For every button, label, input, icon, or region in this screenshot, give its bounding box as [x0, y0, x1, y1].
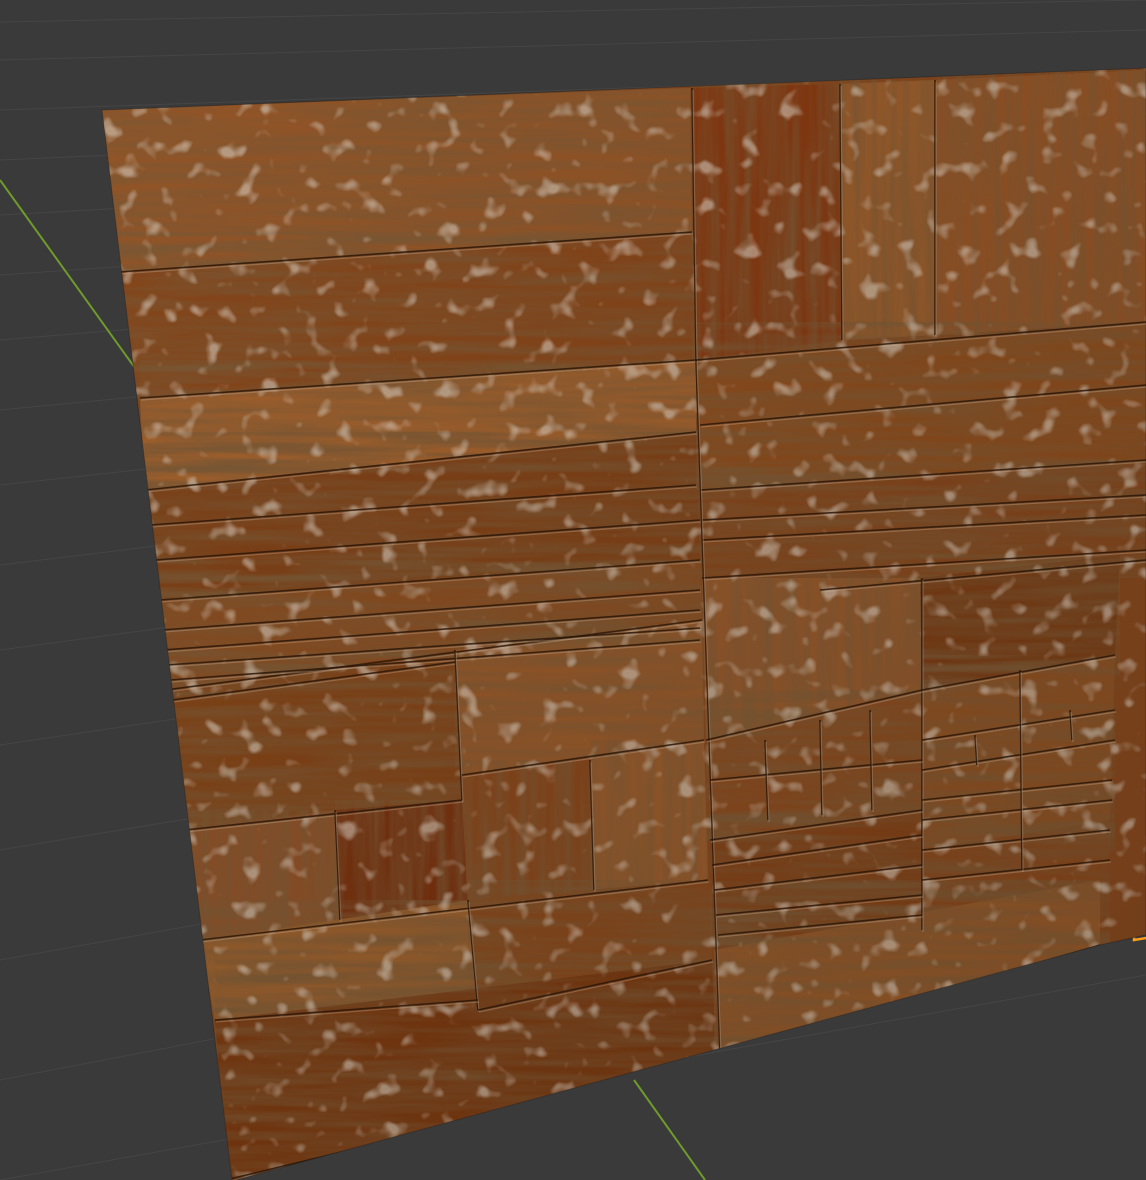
wood-plane-mesh[interactable] — [0, 0, 1146, 1180]
grid-line — [0, 29, 1146, 61]
3d-viewport[interactable] — [0, 0, 1146, 1180]
grid-line — [0, 0, 1146, 23]
